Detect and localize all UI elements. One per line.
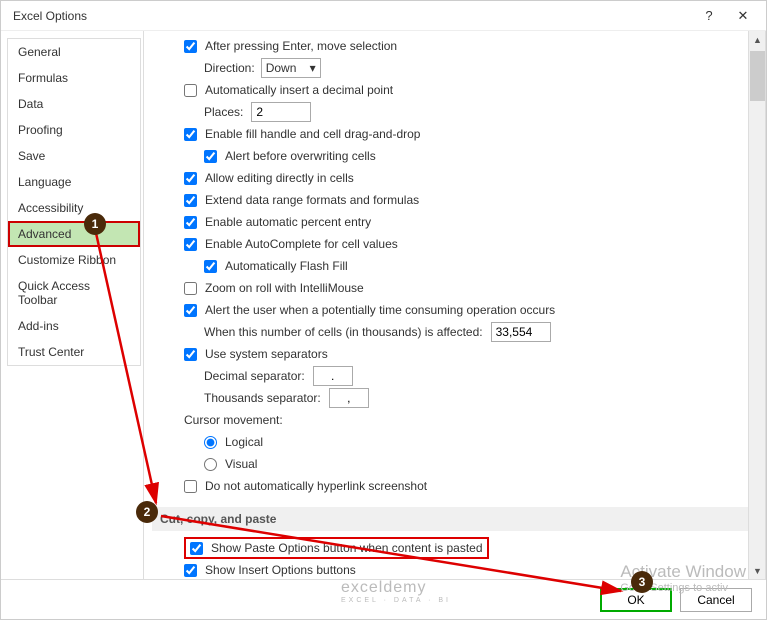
chk-show-paste[interactable]: [190, 542, 203, 555]
opt-zoom-intelli: Zoom on roll with IntelliMouse: [184, 277, 748, 299]
opt-no-hyperlink: Do not automatically hyperlink screensho…: [184, 475, 748, 497]
chk-auto-flash[interactable]: [204, 260, 217, 273]
opt-fill-handle: Enable fill handle and cell drag-and-dro…: [184, 123, 748, 145]
sidebar: General Formulas Data Proofing Save Lang…: [1, 31, 144, 579]
label-cursor-movement: Cursor movement:: [184, 409, 748, 431]
opt-show-insert: Show Insert Options buttons: [184, 559, 748, 579]
dialog-title: Excel Options: [13, 9, 87, 23]
main-panel: After pressing Enter, move selection Dir…: [144, 31, 766, 579]
input-places[interactable]: [251, 102, 311, 122]
chk-autocomplete[interactable]: [184, 238, 197, 251]
dialog-body: General Formulas Data Proofing Save Lang…: [1, 31, 766, 579]
excel-options-dialog: Excel Options ? ✕ General Formulas Data …: [0, 0, 767, 620]
sidebar-item-general[interactable]: General: [8, 39, 140, 65]
chk-fill-handle[interactable]: [184, 128, 197, 141]
chk-allow-edit[interactable]: [184, 172, 197, 185]
sidebar-item-addins[interactable]: Add-ins: [8, 313, 140, 339]
opt-allow-edit: Allow editing directly in cells: [184, 167, 748, 189]
opt-autocomplete: Enable AutoComplete for cell values: [184, 233, 748, 255]
scroll-down-icon[interactable]: ▼: [750, 563, 765, 578]
section-cut-copy-paste: Cut, copy, and paste: [152, 507, 748, 531]
opt-thou-sep: Thousands separator:: [204, 387, 748, 409]
cancel-button[interactable]: Cancel: [680, 588, 752, 612]
opt-after-enter: After pressing Enter, move selection: [184, 35, 748, 57]
callout-1: 1: [84, 213, 106, 235]
opt-use-sep: Use system separators: [184, 343, 748, 365]
window-controls: ? ✕: [694, 4, 758, 28]
sidebar-item-quick-access[interactable]: Quick Access Toolbar: [8, 273, 140, 313]
sidebar-item-language[interactable]: Language: [8, 169, 140, 195]
scroll-up-icon[interactable]: ▲: [750, 32, 765, 47]
close-button[interactable]: ✕: [728, 4, 758, 28]
radio-visual[interactable]: [204, 458, 217, 471]
chk-extend-formats[interactable]: [184, 194, 197, 207]
chk-auto-decimal[interactable]: [184, 84, 197, 97]
chk-use-sep[interactable]: [184, 348, 197, 361]
sidebar-item-accessibility[interactable]: Accessibility: [8, 195, 140, 221]
opt-auto-percent: Enable automatic percent entry: [184, 211, 748, 233]
callout-3: 3: [631, 571, 653, 593]
opt-cells-affected: When this number of cells (in thousands)…: [204, 321, 748, 343]
opt-auto-flash: Automatically Flash Fill: [204, 255, 748, 277]
opt-extend-formats: Extend data range formats and formulas: [184, 189, 748, 211]
opt-direction: Direction: Down▾: [204, 57, 748, 79]
sidebar-item-data[interactable]: Data: [8, 91, 140, 117]
scroll-thumb[interactable]: [750, 51, 765, 101]
sidebar-item-trust-center[interactable]: Trust Center: [8, 339, 140, 365]
input-thou-sep[interactable]: [329, 388, 369, 408]
sidebar-item-advanced[interactable]: Advanced: [8, 221, 140, 247]
sidebar-item-save[interactable]: Save: [8, 143, 140, 169]
chk-alert-time[interactable]: [184, 304, 197, 317]
callout-2: 2: [136, 501, 158, 523]
chk-no-hyperlink[interactable]: [184, 480, 197, 493]
chk-after-enter[interactable]: [184, 40, 197, 53]
chk-zoom-intelli[interactable]: [184, 282, 197, 295]
input-dec-sep[interactable]: [313, 366, 353, 386]
opt-logical: Logical: [204, 431, 748, 453]
opt-dec-sep: Decimal separator:: [204, 365, 748, 387]
chk-show-insert[interactable]: [184, 564, 197, 577]
opt-alert-overwrite: Alert before overwriting cells: [204, 145, 748, 167]
sidebar-item-proofing[interactable]: Proofing: [8, 117, 140, 143]
chevron-down-icon: ▾: [310, 61, 316, 75]
titlebar: Excel Options ? ✕: [1, 1, 766, 31]
opt-auto-decimal: Automatically insert a decimal point: [184, 79, 748, 101]
sidebar-item-formulas[interactable]: Formulas: [8, 65, 140, 91]
help-button[interactable]: ?: [694, 4, 724, 28]
sidebar-item-customize-ribbon[interactable]: Customize Ribbon: [8, 247, 140, 273]
chk-auto-percent[interactable]: [184, 216, 197, 229]
vertical-scrollbar[interactable]: ▲ ▼: [748, 31, 765, 579]
select-direction[interactable]: Down▾: [261, 58, 321, 78]
radio-logical[interactable]: [204, 436, 217, 449]
opt-visual: Visual: [204, 453, 748, 475]
input-cells-affected[interactable]: [491, 322, 551, 342]
opt-alert-time: Alert the user when a potentially time c…: [184, 299, 748, 321]
chk-alert-overwrite[interactable]: [204, 150, 217, 163]
opt-show-paste: Show Paste Options button when content i…: [184, 537, 748, 559]
opt-places: Places:: [204, 101, 748, 123]
